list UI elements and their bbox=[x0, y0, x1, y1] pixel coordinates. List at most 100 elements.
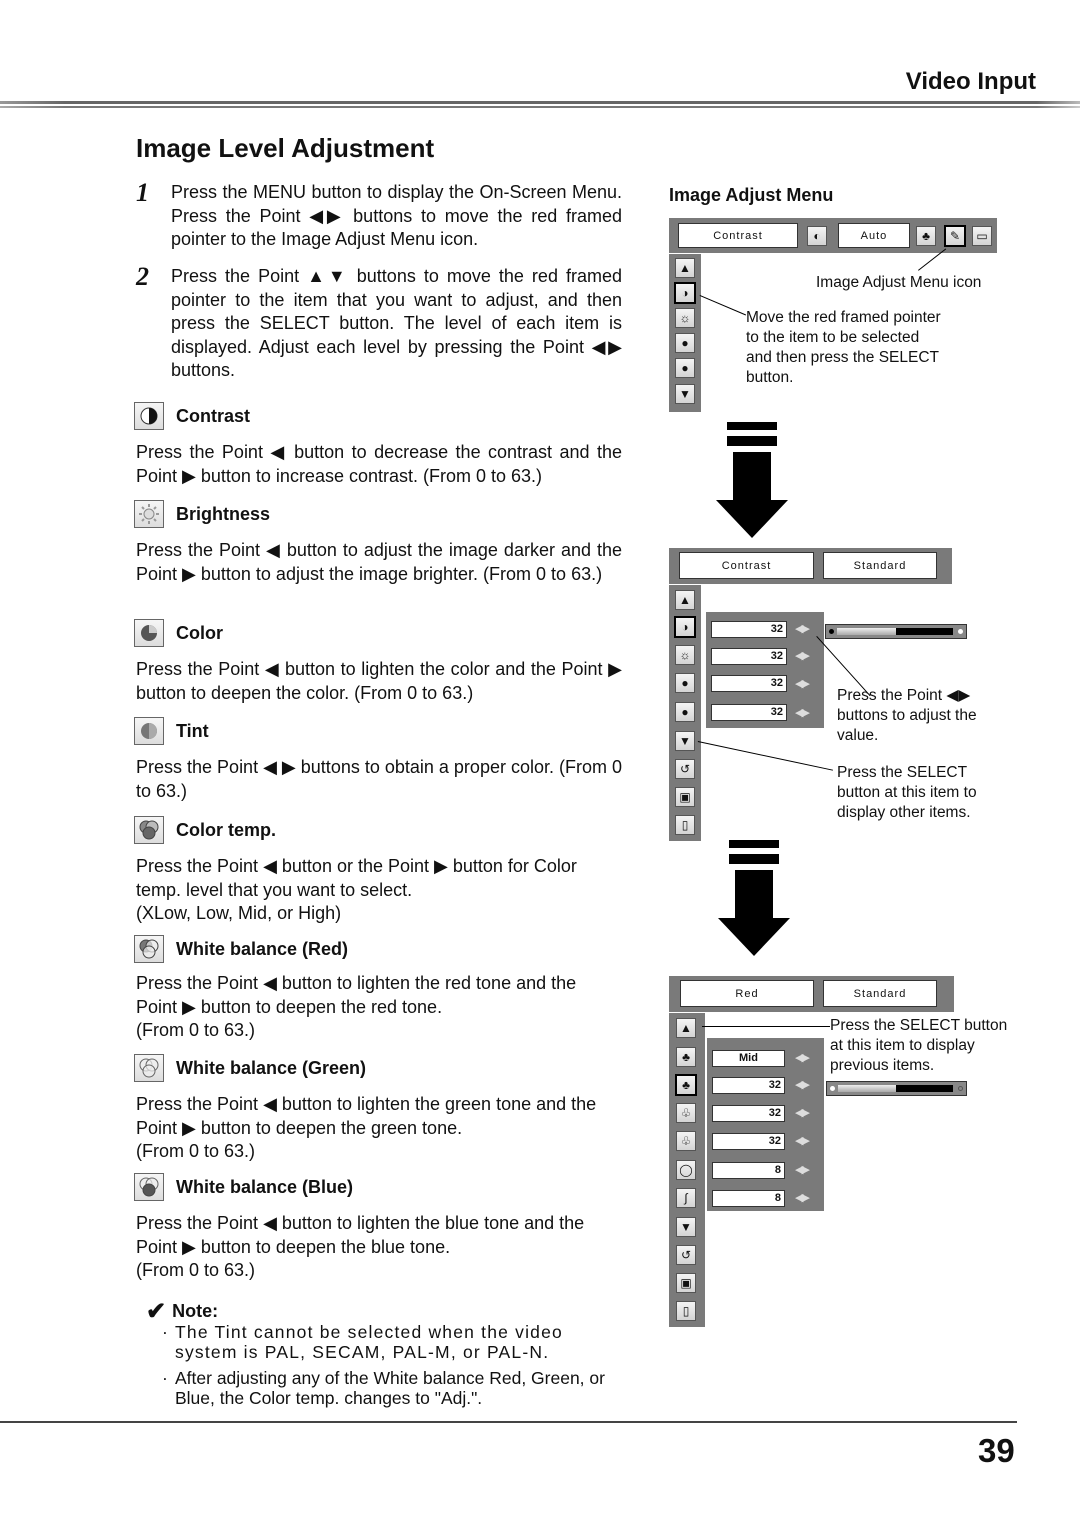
color-menu-icon[interactable]: ♣ bbox=[916, 226, 936, 246]
color-icon bbox=[134, 619, 164, 647]
section-wb-red-text: Press the Point ◀ button to lighten the … bbox=[136, 972, 622, 1043]
color-temp-icon bbox=[134, 816, 164, 844]
adjust-arrows-icon[interactable]: ◀▶ bbox=[795, 1106, 810, 1119]
adjust-arrows-icon[interactable]: ◀▶ bbox=[795, 622, 810, 635]
scroll-up-icon[interactable]: ▲ bbox=[676, 1018, 696, 1038]
exit-icon[interactable]: ▯ bbox=[676, 1301, 696, 1321]
image-adjust-menu-icon[interactable]: ✎ bbox=[944, 225, 966, 247]
color-temp-value: Mid bbox=[712, 1050, 785, 1067]
osd-mode-label: Standard bbox=[823, 980, 937, 1007]
wb-red-value: 32 bbox=[712, 1077, 785, 1094]
store-icon[interactable]: ▣ bbox=[676, 1273, 696, 1293]
adjust-arrows-icon[interactable]: ◀▶ bbox=[795, 706, 810, 719]
adjust-arrows-icon[interactable]: ◀▶ bbox=[795, 1191, 810, 1204]
color-value: 32 bbox=[711, 675, 787, 692]
slider-fill bbox=[838, 1085, 896, 1092]
adjust-arrows-icon[interactable]: ◀▶ bbox=[795, 1134, 810, 1147]
tint-icon[interactable]: ● bbox=[675, 702, 695, 722]
paragraph-extra: (From 0 to 63.) bbox=[136, 1020, 256, 1040]
paragraph-extra: (From 0 to 63.) bbox=[136, 1141, 256, 1161]
adjust-arrows-icon[interactable]: ◀▶ bbox=[795, 677, 810, 690]
callout-previous-items: Press the SELECT button at this item to … bbox=[830, 1017, 1008, 1074]
white-balance-blue-icon[interactable]: ♧ bbox=[676, 1131, 696, 1151]
note-item: · The Tint cannot be selected when the v… bbox=[162, 1322, 626, 1362]
scroll-down-icon[interactable]: ▼ bbox=[676, 1217, 696, 1237]
bullet-icon: · bbox=[162, 1322, 170, 1342]
callout-line bbox=[702, 1026, 830, 1027]
section-header: Video Input bbox=[905, 68, 1036, 95]
sharpness-icon[interactable]: ◯ bbox=[676, 1160, 696, 1180]
contrast-icon bbox=[134, 402, 164, 430]
osd-item-label: Contrast bbox=[678, 223, 798, 248]
section-color-temp-text: Press the Point ◀ button or the Point ▶ … bbox=[136, 855, 622, 926]
level-slider[interactable] bbox=[825, 624, 967, 639]
header-rule bbox=[0, 101, 1080, 104]
color-icon[interactable]: ● bbox=[675, 333, 695, 353]
slider-min-dot bbox=[829, 629, 834, 634]
page-title: Image Level Adjustment bbox=[136, 133, 435, 163]
screen-menu-icon[interactable]: ▭ bbox=[972, 226, 992, 246]
slider-fill bbox=[837, 628, 896, 635]
step-2: 2 Press the Point ▲▼ buttons to move the… bbox=[136, 264, 622, 383]
paragraph-body: Press the Point ◀ button or the Point ▶ … bbox=[136, 856, 577, 900]
scroll-up-icon[interactable]: ▲ bbox=[675, 258, 695, 278]
sharpness-value: 8 bbox=[712, 1162, 785, 1179]
adjust-arrows-icon[interactable]: ◀▶ bbox=[795, 1163, 810, 1176]
color-icon[interactable]: ● bbox=[675, 673, 695, 693]
level-slider[interactable] bbox=[826, 1081, 967, 1096]
adjust-arrows-icon[interactable]: ◀▶ bbox=[795, 649, 810, 662]
color-temp-icon[interactable]: ♣ bbox=[676, 1047, 696, 1067]
section-color-heading: Color bbox=[134, 618, 223, 648]
note-text: The Tint cannot be selected when the vid… bbox=[175, 1322, 563, 1362]
osd-mode-label: Standard bbox=[823, 552, 937, 579]
white-balance-green-icon[interactable]: ♧ bbox=[676, 1103, 696, 1123]
bullet-icon: · bbox=[162, 1368, 168, 1388]
section-brightness-text: Press the Point ◀ button to adjust the i… bbox=[136, 540, 622, 584]
step-1: 1 Press the MENU button to display the O… bbox=[136, 178, 622, 252]
page-number: 39 bbox=[978, 1432, 1015, 1469]
section-tint-text: Press the Point ◀ ▶ buttons to obtain a … bbox=[136, 757, 622, 801]
tint-icon[interactable]: ● bbox=[675, 358, 695, 378]
down-arrow-icon bbox=[716, 422, 788, 538]
slider-track-remaining bbox=[896, 628, 953, 635]
osd-item-label: Red bbox=[680, 980, 814, 1007]
exit-icon[interactable]: ▯ bbox=[675, 815, 695, 835]
step-text: Press the MENU button to display the On-… bbox=[171, 182, 622, 249]
callout-next-items: Press the SELECT button at this item to … bbox=[837, 764, 977, 821]
section-contrast-text: Press the Point ◀ button to decrease the… bbox=[136, 442, 622, 486]
section-contrast-heading: Contrast bbox=[134, 401, 250, 431]
section-wb-green-text: Press the Point ◀ button to lighten the … bbox=[136, 1093, 622, 1164]
reset-icon[interactable]: ↺ bbox=[675, 759, 695, 779]
section-title: Color bbox=[176, 622, 223, 643]
gamma-value: 8 bbox=[712, 1190, 785, 1207]
callout-line bbox=[699, 295, 747, 316]
slider-max-dot bbox=[958, 1086, 963, 1091]
reset-icon[interactable]: ↺ bbox=[676, 1245, 696, 1265]
brightness-icon[interactable]: ☼ bbox=[675, 645, 695, 665]
section-title: White balance (Blue) bbox=[176, 1176, 354, 1197]
preset-icon[interactable]: ◐ bbox=[807, 226, 827, 246]
scroll-up-icon[interactable]: ▲ bbox=[675, 590, 695, 610]
note-text: After adjusting any of the White balance… bbox=[175, 1368, 605, 1408]
gamma-icon[interactable]: ∫ bbox=[676, 1188, 696, 1208]
scroll-down-icon[interactable]: ▼ bbox=[675, 731, 695, 751]
contrast-value: 32 bbox=[711, 621, 787, 638]
callout-pointer: Move the red framed pointer to the item … bbox=[746, 309, 941, 386]
section-color-temp-heading: Color temp. bbox=[134, 815, 276, 845]
step-text: Press the Point ▲▼ buttons to move the r… bbox=[171, 266, 622, 380]
section-title: Tint bbox=[176, 720, 209, 741]
callout-image-adjust-icon: Image Adjust Menu icon bbox=[816, 274, 982, 291]
brightness-icon[interactable]: ☼ bbox=[675, 308, 695, 328]
adjust-arrows-icon[interactable]: ◀▶ bbox=[795, 1051, 810, 1064]
adjust-arrows-icon[interactable]: ◀▶ bbox=[795, 1078, 810, 1091]
store-icon[interactable]: ▣ bbox=[675, 787, 695, 807]
contrast-icon[interactable]: ◑ bbox=[674, 616, 696, 638]
contrast-icon[interactable]: ◑ bbox=[674, 282, 696, 304]
scroll-down-icon[interactable]: ▼ bbox=[675, 384, 695, 404]
white-balance-red-icon[interactable]: ♣ bbox=[675, 1074, 697, 1096]
paragraph-body: Press the Point ◀ button to lighten the … bbox=[136, 1094, 597, 1138]
tint-value: 32 bbox=[711, 704, 787, 721]
step-number: 1 bbox=[136, 178, 149, 207]
wb-blue-value: 32 bbox=[712, 1133, 785, 1150]
section-title: White balance (Green) bbox=[176, 1057, 367, 1078]
